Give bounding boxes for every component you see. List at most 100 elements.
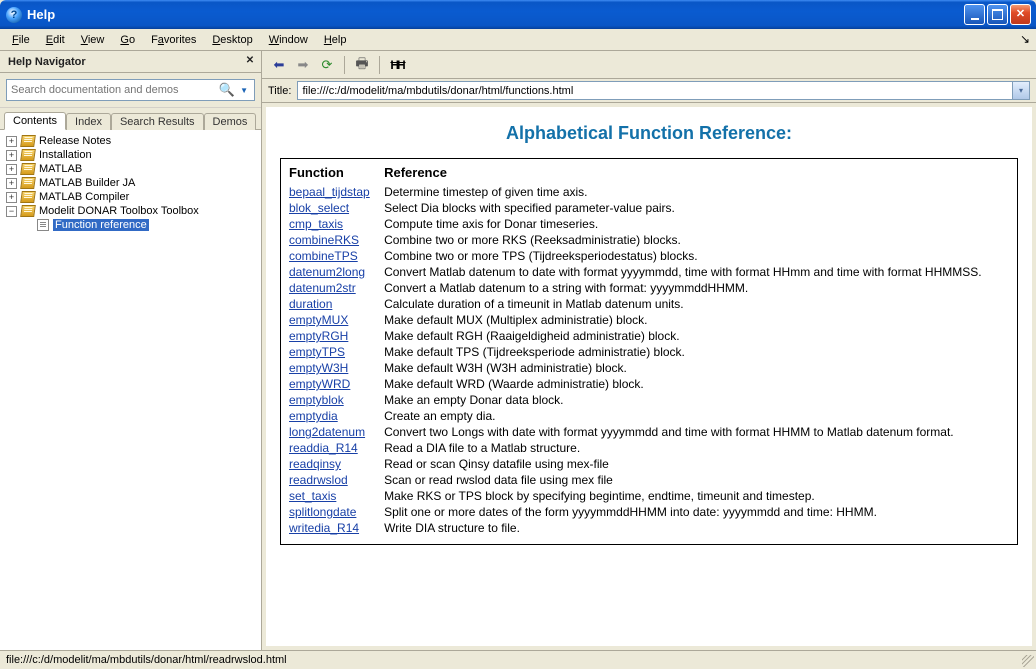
help-navigator-panel: Help Navigator ✕ 🔍 ▼ Contents Index Sear… bbox=[0, 51, 262, 650]
function-description: Compute time axis for Donar timeseries. bbox=[384, 216, 1009, 232]
address-field[interactable]: file:///c:/d/modelit/ma/mbdutils/donar/h… bbox=[297, 81, 1030, 100]
function-link[interactable]: readqinsy bbox=[289, 457, 341, 471]
function-description: Convert a Matlab datenum to a string wit… bbox=[384, 280, 1009, 296]
function-link[interactable]: duration bbox=[289, 297, 332, 311]
table-row: emptydia Create an empty dia. bbox=[289, 408, 1009, 424]
window-titlebar[interactable]: ? Help bbox=[0, 0, 1036, 29]
function-description: Make default W3H (W3H administratie) blo… bbox=[384, 360, 1009, 376]
function-link[interactable]: emptyW3H bbox=[289, 361, 348, 375]
table-row: long2datenumConvert two Longs with date … bbox=[289, 424, 1009, 440]
print-button[interactable]: 🖶 bbox=[351, 54, 373, 76]
function-description: Make an empty Donar data block. bbox=[384, 392, 1009, 408]
window-minimize-button[interactable] bbox=[964, 4, 985, 25]
function-link[interactable]: datenum2str bbox=[289, 281, 356, 295]
resize-gripper-icon[interactable] bbox=[1022, 655, 1034, 667]
table-row: set_taxis Make RKS or TPS block by specif… bbox=[289, 488, 1009, 504]
function-link[interactable]: splitlongdate bbox=[289, 505, 356, 519]
function-link[interactable]: writedia_R14 bbox=[289, 521, 359, 535]
tree-expand-icon[interactable]: + bbox=[6, 136, 17, 147]
menu-desktop[interactable]: Desktop bbox=[204, 32, 260, 48]
menu-view[interactable]: View bbox=[73, 32, 113, 48]
menu-favorites[interactable]: Favorites bbox=[143, 32, 204, 48]
search-dropdown-icon[interactable]: ▼ bbox=[238, 86, 250, 95]
function-link[interactable]: emptyRGH bbox=[289, 329, 348, 343]
tree-expand-icon[interactable]: + bbox=[6, 150, 17, 161]
reload-button[interactable]: ⟳ bbox=[316, 54, 338, 76]
function-link[interactable]: combineTPS bbox=[289, 249, 358, 263]
help-navigator-header: Help Navigator ✕ bbox=[0, 51, 261, 73]
function-link[interactable]: readdia_R14 bbox=[289, 441, 358, 455]
function-link[interactable]: long2datenum bbox=[289, 425, 365, 439]
address-label: Title: bbox=[268, 85, 291, 97]
table-row: emptyTPSMake default TPS (Tijdreeksperio… bbox=[289, 344, 1009, 360]
tab-index[interactable]: Index bbox=[66, 113, 111, 130]
book-icon bbox=[20, 163, 36, 175]
help-app-icon: ? bbox=[6, 7, 22, 23]
function-link[interactable]: blok_select bbox=[289, 201, 349, 215]
search-icon[interactable]: 🔍 bbox=[216, 82, 238, 98]
function-link[interactable]: emptyWRD bbox=[289, 377, 350, 391]
back-button[interactable]: ⬅ bbox=[268, 54, 290, 76]
function-link[interactable]: emptydia bbox=[289, 409, 338, 423]
table-row: splitlongdateSplit one or more dates of … bbox=[289, 504, 1009, 520]
find-button[interactable]: ĦĦ bbox=[386, 54, 408, 76]
function-link[interactable]: emptyMUX bbox=[289, 313, 348, 327]
book-icon bbox=[20, 191, 36, 203]
tab-contents[interactable]: Contents bbox=[4, 112, 66, 130]
tree-expand-icon[interactable]: + bbox=[6, 192, 17, 203]
table-row: combineTPSCombine two or more TPS (Tijdr… bbox=[289, 248, 1009, 264]
tree-expand-icon[interactable]: + bbox=[6, 164, 17, 175]
tab-demos[interactable]: Demos bbox=[204, 113, 257, 130]
tab-search-results[interactable]: Search Results bbox=[111, 113, 204, 130]
function-table: Function Reference bepaal_tijdstapDeterm… bbox=[289, 163, 1009, 536]
address-bar: Title: file:///c:/d/modelit/ma/mbdutils/… bbox=[262, 79, 1036, 103]
function-link[interactable]: emptyTPS bbox=[289, 345, 345, 359]
tree-item-matlab-compiler[interactable]: +MATLAB Compiler bbox=[2, 190, 259, 204]
window-maximize-button[interactable] bbox=[987, 4, 1008, 25]
tree-item-matlab[interactable]: +MATLAB bbox=[2, 162, 259, 176]
col-reference: Reference bbox=[384, 163, 1009, 184]
function-description: Make RKS or TPS block by specifying begi… bbox=[384, 488, 1009, 504]
tree-expand-icon[interactable]: + bbox=[6, 178, 17, 189]
function-description: Read a DIA file to a Matlab structure. bbox=[384, 440, 1009, 456]
menu-go[interactable]: Go bbox=[112, 32, 143, 48]
tree-collapse-icon[interactable]: − bbox=[6, 206, 17, 217]
function-description: Make default RGH (Raaigeldigheid adminis… bbox=[384, 328, 1009, 344]
function-link[interactable]: bepaal_tijdstap bbox=[289, 185, 370, 199]
window-close-button[interactable] bbox=[1010, 4, 1031, 25]
content-panel: ⬅ ➡ ⟳ 🖶 ĦĦ Title: file:///c:/d/modelit/m… bbox=[262, 51, 1036, 650]
function-link[interactable]: readrwslod bbox=[289, 473, 348, 487]
menubar-overflow-icon[interactable]: ↘ bbox=[1020, 32, 1030, 46]
tree-item-matlab-builder-ja[interactable]: +MATLAB Builder JA bbox=[2, 176, 259, 190]
menu-edit[interactable]: Edit bbox=[38, 32, 73, 48]
menu-file[interactable]: FFileile bbox=[4, 32, 38, 48]
menu-help[interactable]: Help bbox=[316, 32, 355, 48]
tree-item-installation[interactable]: +Installation bbox=[2, 148, 259, 162]
navigator-tabs: Contents Index Search Results Demos bbox=[0, 108, 261, 130]
function-link[interactable]: combineRKS bbox=[289, 233, 359, 247]
function-description: Convert Matlab datenum to date with form… bbox=[384, 264, 1009, 280]
function-link[interactable]: set_taxis bbox=[289, 489, 336, 503]
function-description: Determine timestep of given time axis. bbox=[384, 184, 1009, 200]
help-navigator-close-icon[interactable]: ✕ bbox=[243, 55, 257, 69]
function-link[interactable]: cmp_taxis bbox=[289, 217, 343, 231]
function-link[interactable]: datenum2long bbox=[289, 265, 365, 279]
table-row: durationCalculate duration of a timeunit… bbox=[289, 296, 1009, 312]
forward-button[interactable]: ➡ bbox=[292, 54, 314, 76]
menu-window[interactable]: Window bbox=[261, 32, 316, 48]
tree-item-function-reference[interactable]: Function reference bbox=[2, 218, 259, 232]
toolbar-separator bbox=[344, 56, 345, 74]
table-row: blok_selectSelect Dia blocks with specif… bbox=[289, 200, 1009, 216]
help-navigator-title: Help Navigator bbox=[8, 56, 86, 68]
tree-item-modelit-toolbox[interactable]: −Modelit DONAR Toolbox Toolbox bbox=[2, 204, 259, 218]
status-bar: file:///c:/d/modelit/ma/mbdutils/donar/h… bbox=[0, 650, 1036, 669]
function-link[interactable]: emptyblok bbox=[289, 393, 344, 407]
table-row: emptyRGH Make default RGH (Raaigeldigheid… bbox=[289, 328, 1009, 344]
function-description: Create an empty dia. bbox=[384, 408, 1009, 424]
table-row: datenum2str Convert a Matlab datenum to a… bbox=[289, 280, 1009, 296]
tree-item-release-notes[interactable]: +Release Notes bbox=[2, 134, 259, 148]
table-row: emptyblok Make an empty Donar data block. bbox=[289, 392, 1009, 408]
search-input[interactable] bbox=[11, 84, 216, 96]
book-icon bbox=[20, 135, 36, 147]
address-dropdown-icon[interactable]: ▾ bbox=[1012, 82, 1029, 99]
